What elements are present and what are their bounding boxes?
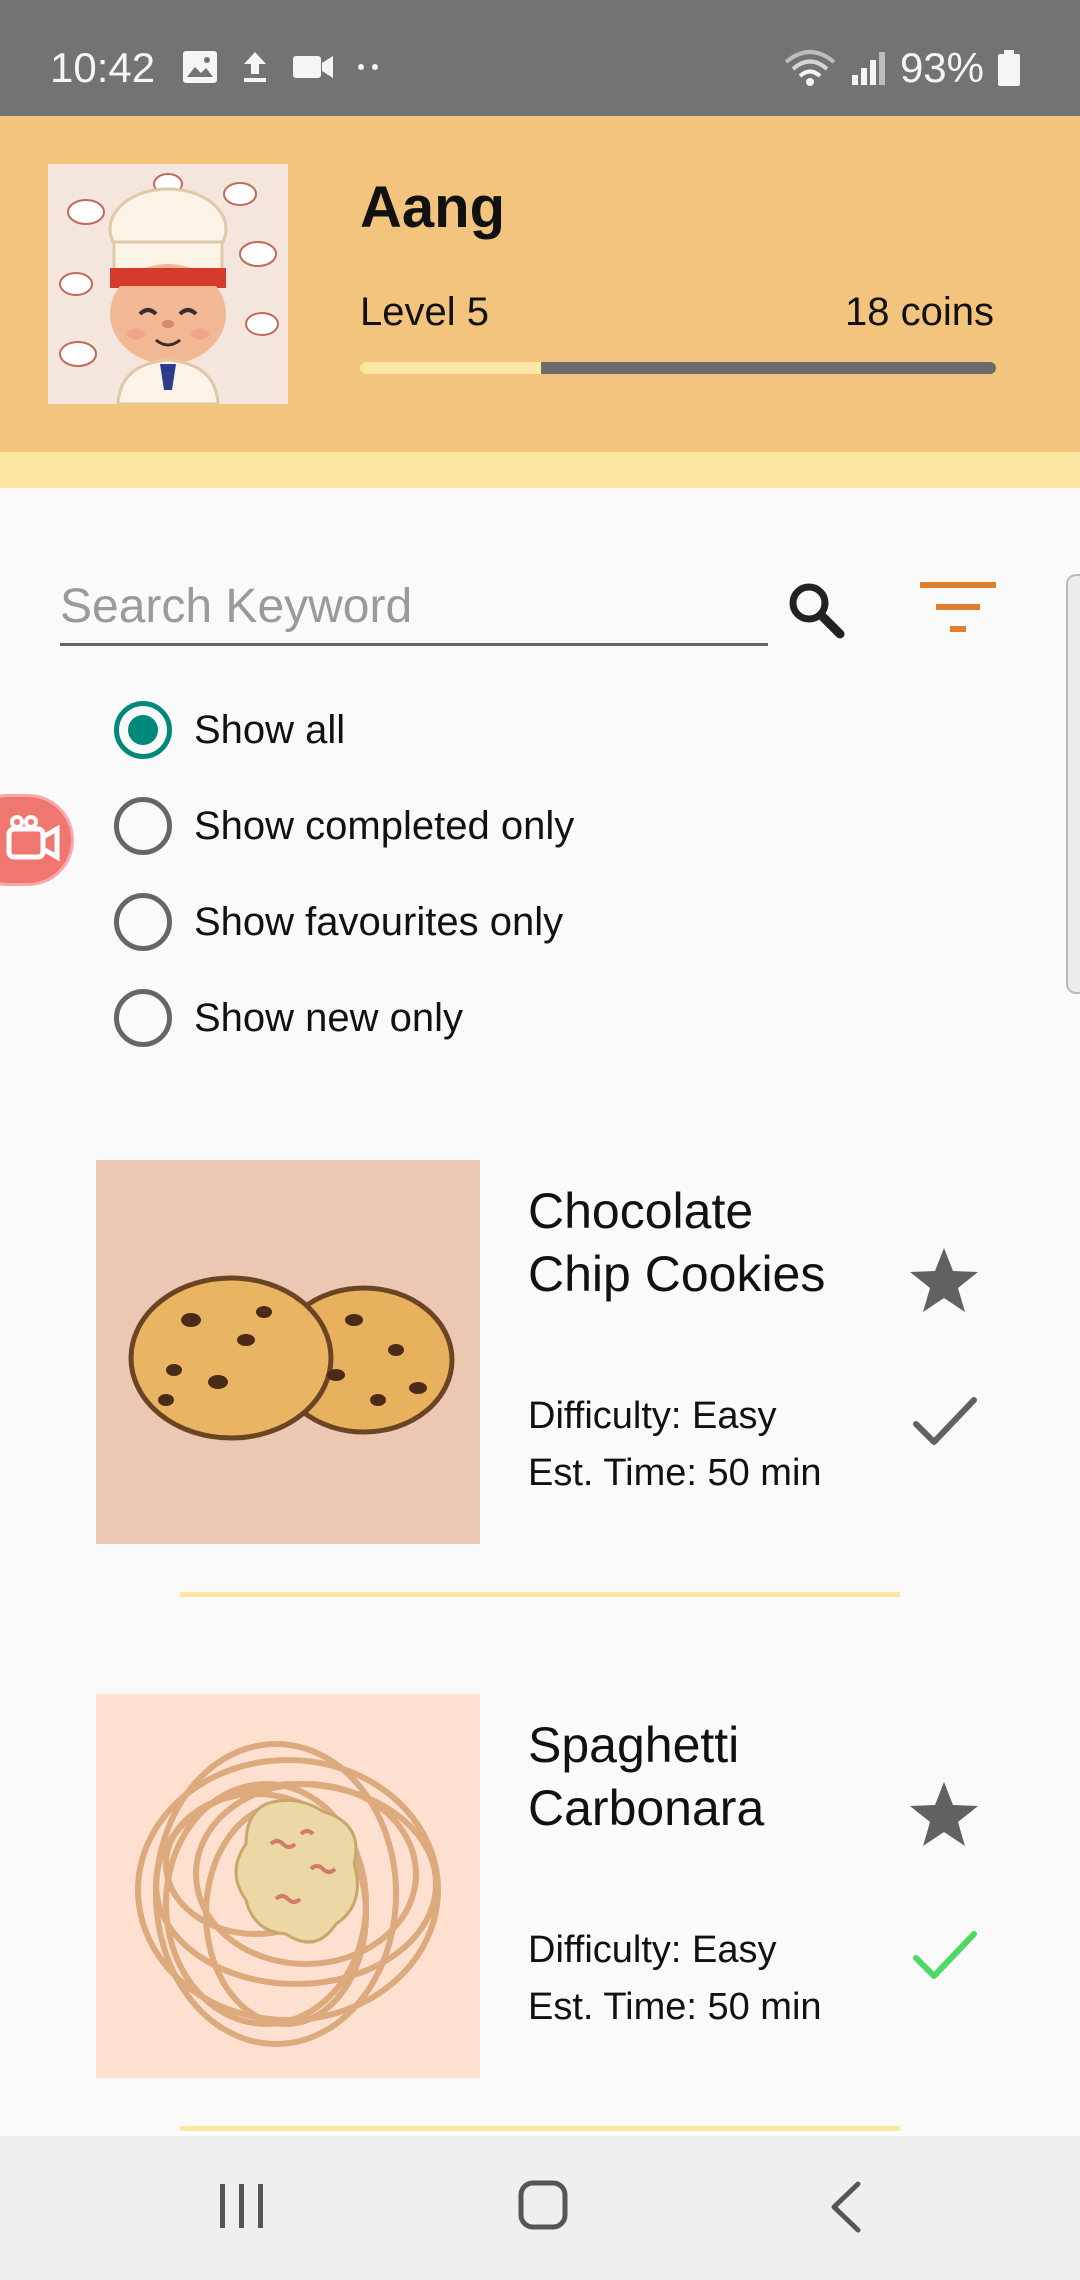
radio-show-new[interactable]: Show new only <box>114 986 463 1050</box>
recipe-card[interactable]: Spaghetti Carbonara Difficulty: Easy Est… <box>0 1694 1080 2134</box>
chef-avatar[interactable] <box>48 164 288 404</box>
recent-apps-icon[interactable] <box>218 2180 266 2232</box>
recipe-difficulty: Difficulty: Easy <box>528 1929 777 1971</box>
wifi-icon <box>784 50 836 86</box>
radio-button[interactable] <box>114 989 172 1047</box>
radio-show-favourites[interactable]: Show favourites only <box>114 890 563 954</box>
video-icon <box>293 56 333 78</box>
radio-show-completed[interactable]: Show completed only <box>114 794 574 858</box>
battery-percentage: 93% <box>899 44 984 91</box>
radio-show-all[interactable]: Show all <box>114 698 345 762</box>
signal-icon <box>851 52 885 85</box>
filter-icon[interactable] <box>920 580 996 636</box>
status-time: 10:42 <box>50 44 156 91</box>
xp-progress-fill <box>360 362 542 374</box>
card-divider <box>180 1592 900 1597</box>
recipe-title-line2: Chip Cookies <box>528 1246 826 1302</box>
cookies-image <box>96 1160 480 1544</box>
home-icon[interactable] <box>518 2180 568 2230</box>
gallery-icon <box>183 51 217 83</box>
card-divider <box>180 2126 900 2131</box>
recipe-card[interactable]: Chocolate Chip Cookies Difficulty: Easy … <box>0 1160 1080 1600</box>
scrollbar-thumb[interactable] <box>1066 574 1080 994</box>
recipe-title-line1: Chocolate <box>528 1183 754 1239</box>
system-navigation-bar <box>0 2136 1080 2280</box>
recipe-time: Est. Time: 50 min <box>528 1452 822 1494</box>
search-icon[interactable] <box>784 578 848 642</box>
radio-button-checked[interactable] <box>114 701 172 759</box>
radio-label: Show new only <box>194 995 464 1040</box>
recipe-time: Est. Time: 50 min <box>528 1986 822 2028</box>
status-notification-icons <box>182 50 380 84</box>
back-icon[interactable] <box>826 2180 866 2234</box>
header-accent-strip <box>0 452 1080 488</box>
coins-label: 18 coins <box>845 290 994 334</box>
xp-progress-bar <box>360 362 996 374</box>
recipe-meta: Difficulty: Easy Est. Time: 50 min <box>528 1388 822 1502</box>
chef-avatar-image <box>48 164 288 404</box>
star-icon[interactable] <box>908 1246 980 1314</box>
radio-label: Show completed only <box>194 803 575 848</box>
more-dots-icon <box>358 64 378 70</box>
upload-icon <box>244 52 266 82</box>
status-bar: 10:42 93% <box>0 0 1080 116</box>
recipe-title-line1: Spaghetti <box>528 1717 740 1773</box>
radio-label: Show all <box>194 707 346 752</box>
spaghetti-image <box>96 1694 480 2078</box>
username: Aang <box>360 175 505 240</box>
search-input[interactable] <box>60 570 768 646</box>
video-camera-icon <box>6 815 60 862</box>
radio-button[interactable] <box>114 893 172 951</box>
radio-button[interactable] <box>114 797 172 855</box>
check-icon[interactable] <box>912 1394 978 1450</box>
star-icon[interactable] <box>908 1780 980 1848</box>
recipe-title-line2: Carbonara <box>528 1780 765 1836</box>
recipe-meta: Difficulty: Easy Est. Time: 50 min <box>528 1922 822 2036</box>
recipe-title: Chocolate Chip Cookies <box>528 1180 888 1306</box>
level-label: Level 5 <box>360 290 489 334</box>
recipe-difficulty: Difficulty: Easy <box>528 1395 777 1437</box>
check-icon[interactable] <box>912 1928 978 1984</box>
status-system-icons: 93% <box>784 44 1020 92</box>
radio-label: Show favourites only <box>194 899 564 944</box>
battery-icon <box>998 50 1020 86</box>
screen-record-button[interactable] <box>0 794 74 886</box>
recipe-title: Spaghetti Carbonara <box>528 1714 888 1840</box>
